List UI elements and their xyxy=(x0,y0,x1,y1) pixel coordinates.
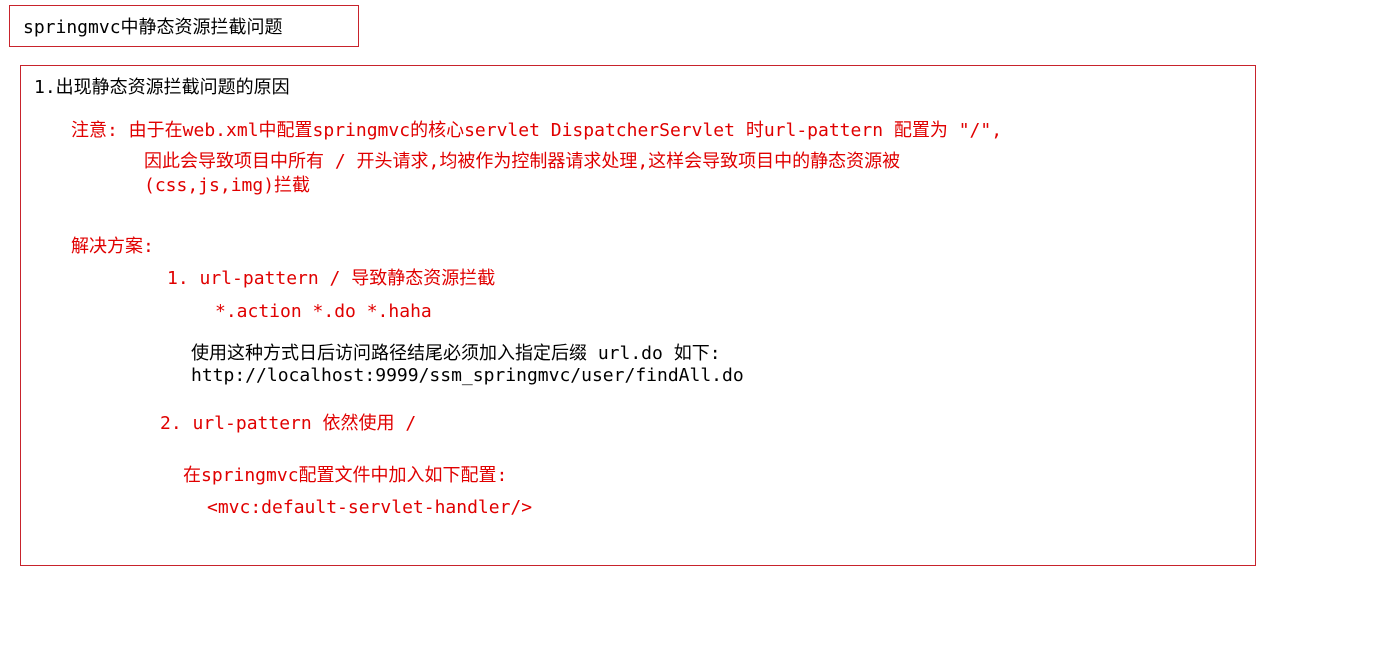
option-2-description: 在springmvc配置文件中加入如下配置: xyxy=(183,465,508,486)
section-heading: 1.出现静态资源拦截问题的原因 xyxy=(34,77,290,98)
option-1-example-url: http://localhost:9999/ssm_springmvc/user… xyxy=(191,365,744,386)
page-title-text: springmvc中静态资源拦截问题 xyxy=(23,17,283,38)
note-line-2: 因此会导致项目中所有 / 开头请求,均被作为控制器请求处理,这样会导致项目中的静… xyxy=(144,151,901,172)
option-1-patterns: *.action *.do *.haha xyxy=(215,301,432,322)
solution-heading: 解决方案: xyxy=(71,236,154,257)
note-line-1: 注意: 由于在web.xml中配置springmvc的核心servlet Dis… xyxy=(71,120,1003,141)
option-1-description: 使用这种方式日后访问路径结尾必须加入指定后缀 url.do 如下: xyxy=(191,343,721,364)
option-2-config: <mvc:default-servlet-handler/> xyxy=(207,497,533,518)
note-line-3: (css,js,img)拦截 xyxy=(144,175,311,196)
page-title: springmvc中静态资源拦截问题 xyxy=(9,5,359,47)
option-2-title: 2. url-pattern 依然使用 / xyxy=(160,413,417,434)
content-panel: 1.出现静态资源拦截问题的原因 注意: 由于在web.xml中配置springm… xyxy=(20,65,1256,566)
option-1-title: 1. url-pattern / 导致静态资源拦截 xyxy=(167,268,496,289)
